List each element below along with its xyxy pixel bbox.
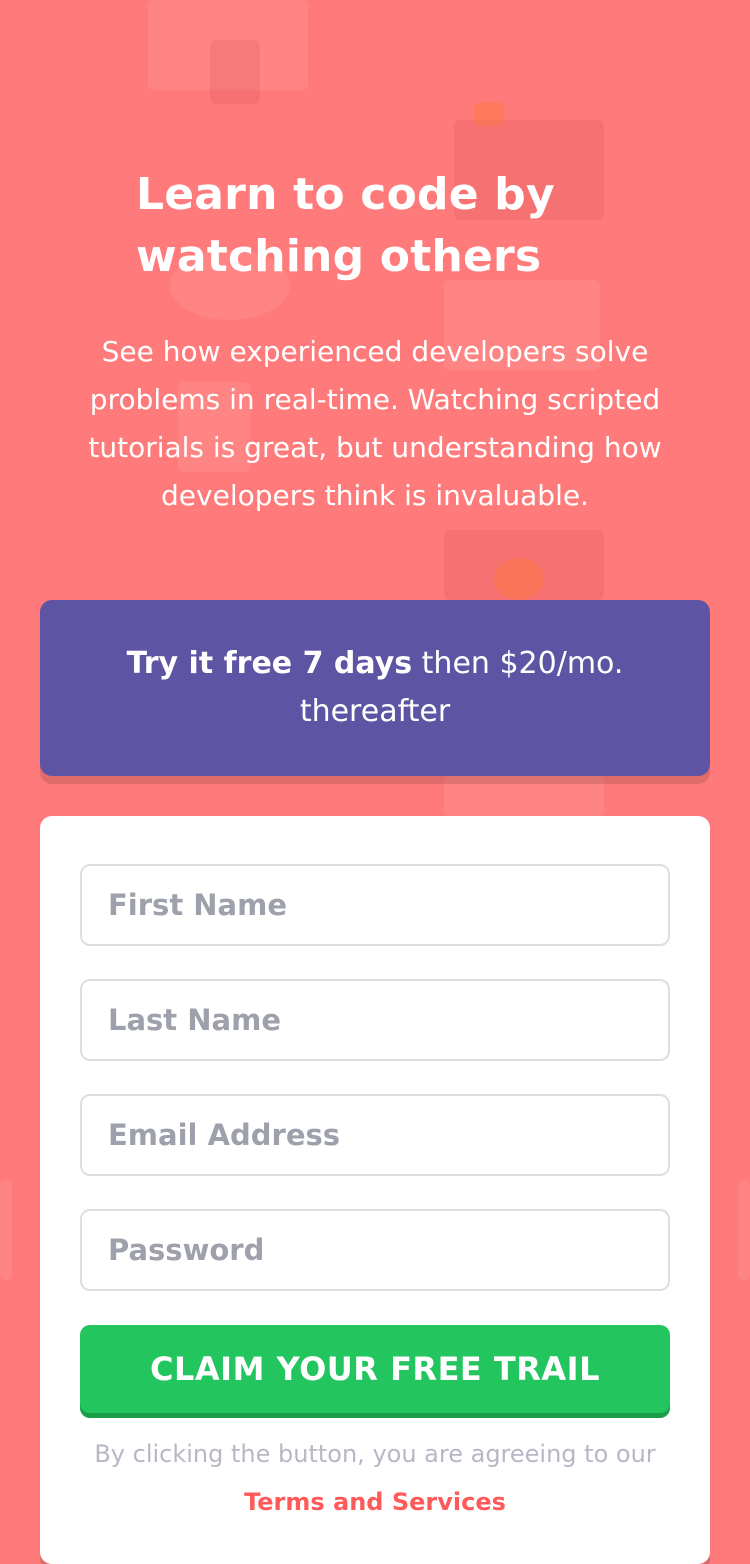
cog-icon <box>494 558 544 600</box>
first-name-input[interactable] <box>80 864 670 946</box>
lock-accent-shape <box>474 102 504 126</box>
page-title: Learn to code by watching others <box>136 169 555 282</box>
legal-notice: By clicking the button, you are agreeing… <box>60 1430 690 1526</box>
right-edge-shape <box>738 1180 750 1280</box>
terms-link[interactable]: Terms and Services <box>60 1478 690 1526</box>
chimney-shape <box>210 40 260 104</box>
offer-highlight: Try it free 7 days <box>126 646 413 681</box>
last-name-input[interactable] <box>80 979 670 1061</box>
signup-form: CLAIM YOUR FREE TRAIL By clicking the bu… <box>40 816 710 1564</box>
hero-description: See how experienced developers solve pro… <box>88 335 662 512</box>
cog-panel <box>444 530 604 600</box>
offer-text: Try it free 7 days then $20/mo. thereaft… <box>115 640 635 736</box>
house-icon <box>148 0 308 90</box>
claim-trial-button[interactable]: CLAIM YOUR FREE TRAIL <box>80 1325 670 1413</box>
password-input[interactable] <box>80 1209 670 1291</box>
offer-banner: Try it free 7 days then $20/mo. thereaft… <box>40 600 710 776</box>
email-input[interactable] <box>80 1094 670 1176</box>
panel-shape <box>444 776 604 816</box>
legal-text: By clicking the button, you are agreeing… <box>94 1440 656 1468</box>
left-edge-shape <box>0 1180 12 1280</box>
